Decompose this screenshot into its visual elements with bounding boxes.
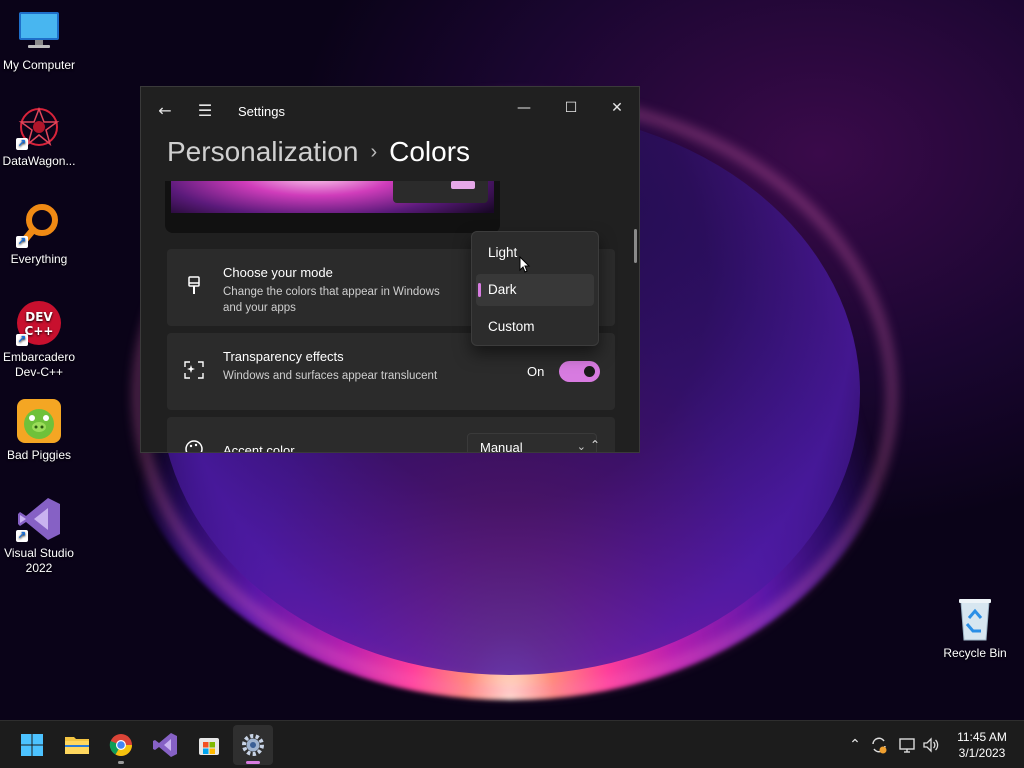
page-title: Colors <box>389 136 471 167</box>
transparency-toggle-label: On <box>527 364 545 379</box>
desktop-icon-devcpp[interactable]: DEV C++ ↗ Embarcadero Dev-C++ <box>0 300 78 380</box>
gear-icon <box>242 734 264 756</box>
desktop-icon-recycle-bin[interactable]: Recycle Bin <box>936 596 1014 661</box>
maximize-button[interactable]: ☐ <box>553 93 589 123</box>
desktop-icon-label: Bad Piggies <box>6 448 72 462</box>
system-clock[interactable]: 11:45 AM 3/1/2023 <box>950 729 1014 761</box>
shortcut-arrow-icon: ↗ <box>16 334 28 346</box>
svg-text:C++: C++ <box>25 324 54 338</box>
minimize-button[interactable]: — <box>506 93 542 123</box>
desktop-icon-label: DataWagon... <box>2 154 76 168</box>
bad-piggies-icon <box>16 398 62 444</box>
theme-preview-wallpaper <box>171 181 494 213</box>
mode-option-dark[interactable]: Dark <box>476 274 594 306</box>
toggle-knob <box>584 366 595 377</box>
network-icon[interactable] <box>897 735 917 755</box>
chevron-up-icon[interactable]: ⌃ <box>581 431 609 452</box>
palette-icon <box>183 439 205 452</box>
shortcut-arrow-icon: ↗ <box>16 236 28 248</box>
folder-icon <box>65 737 89 754</box>
settings-window: ← ☰ Settings — ☐ ✕ Personalization › Color… <box>140 86 640 453</box>
desktop-icon-label: Embarcadero Dev-C++ <box>2 350 76 379</box>
desktop-icon-bad-piggies[interactable]: Bad Piggies <box>0 398 78 463</box>
mode-option-light[interactable]: Light <box>476 237 594 269</box>
shortcut-arrow-icon: ↗ <box>16 530 28 542</box>
clock-date: 3/1/2023 <box>958 746 1006 760</box>
theme-preview-accent <box>451 181 475 189</box>
windows-start-icon <box>21 734 43 756</box>
desktop-icon-datawagon[interactable]: ↗ DataWagon... <box>0 104 78 169</box>
accent-color-card: Accent color Manual ⌄ ⌃ <box>167 417 615 453</box>
desktop-icon-label: Everything <box>10 252 68 266</box>
desktop-icon-my-computer[interactable]: My Computer <box>0 8 78 73</box>
breadcrumb: Personalization › Colors <box>167 135 470 172</box>
datawagon-icon: ↗ <box>16 104 62 150</box>
desktop-icon-visual-studio[interactable]: ↗ Visual Studio 2022 <box>0 496 78 576</box>
paintbrush-icon <box>183 275 205 297</box>
taskbar: ⌃ 11:45 AM 3/1/2023 <box>0 720 1024 768</box>
transparency-sparkle-icon <box>183 359 205 381</box>
accent-select-value: Manual <box>480 440 523 453</box>
theme-preview <box>165 181 500 233</box>
close-button[interactable]: ✕ <box>599 93 635 123</box>
mode-option-custom[interactable]: Custom <box>476 311 594 343</box>
mouse-cursor-icon <box>519 255 531 274</box>
start-button[interactable] <box>12 725 52 765</box>
transparency-toggle[interactable] <box>559 361 600 382</box>
desktop-icon-everything[interactable]: ↗ Everything <box>0 202 78 267</box>
chevron-up-icon[interactable]: ⌃ <box>845 735 865 755</box>
store-icon <box>199 738 219 755</box>
volume-icon[interactable] <box>921 735 941 755</box>
back-arrow-icon[interactable]: ← <box>151 97 179 125</box>
app-title: Settings <box>238 104 285 119</box>
computer-icon <box>16 8 62 54</box>
shortcut-arrow-icon: ↗ <box>16 138 28 150</box>
scrollbar[interactable] <box>634 229 637 263</box>
chrome-icon <box>109 734 132 756</box>
taskbar-visual-studio[interactable] <box>145 725 185 765</box>
transparency-description: Windows and surfaces appear translucent <box>223 370 438 382</box>
sync-update-icon[interactable] <box>869 735 889 755</box>
desktop-icon-label: Visual Studio 2022 <box>4 546 74 575</box>
svg-text:DEV: DEV <box>25 310 53 324</box>
transparency-title: Transparency effects <box>223 349 344 364</box>
accent-color-select[interactable]: Manual ⌄ <box>467 433 597 453</box>
breadcrumb-parent[interactable]: Personalization <box>167 136 358 167</box>
mode-dropdown-menu: Light Dark Custom <box>471 231 599 346</box>
title-bar[interactable]: ← ☰ Settings — ☐ ✕ <box>141 87 639 133</box>
breadcrumb-separator: › <box>370 141 378 163</box>
visual-studio-icon <box>153 733 177 757</box>
choose-mode-description: Change the colors that appear in Windows… <box>223 286 440 314</box>
theme-preview-taskbar <box>393 181 488 203</box>
everything-search-icon: ↗ <box>16 202 62 248</box>
visual-studio-icon: ↗ <box>16 496 62 542</box>
taskbar-store[interactable] <box>189 725 229 765</box>
devcpp-icon: DEV C++ ↗ <box>16 300 62 346</box>
taskbar-chrome[interactable] <box>101 725 141 765</box>
choose-mode-title: Choose your mode <box>223 265 333 280</box>
hamburger-menu-icon[interactable]: ☰ <box>191 97 219 125</box>
desktop-icon-label: Recycle Bin <box>943 646 1007 660</box>
clock-time: 11:45 AM <box>957 730 1007 744</box>
active-indicator <box>246 761 260 764</box>
running-indicator <box>118 761 124 764</box>
accent-color-title: Accent color <box>223 443 295 453</box>
taskbar-settings[interactable] <box>233 725 273 765</box>
desktop-icon-label: My Computer <box>2 58 76 72</box>
taskbar-file-explorer[interactable] <box>57 725 97 765</box>
recycle-bin-icon <box>952 596 998 642</box>
